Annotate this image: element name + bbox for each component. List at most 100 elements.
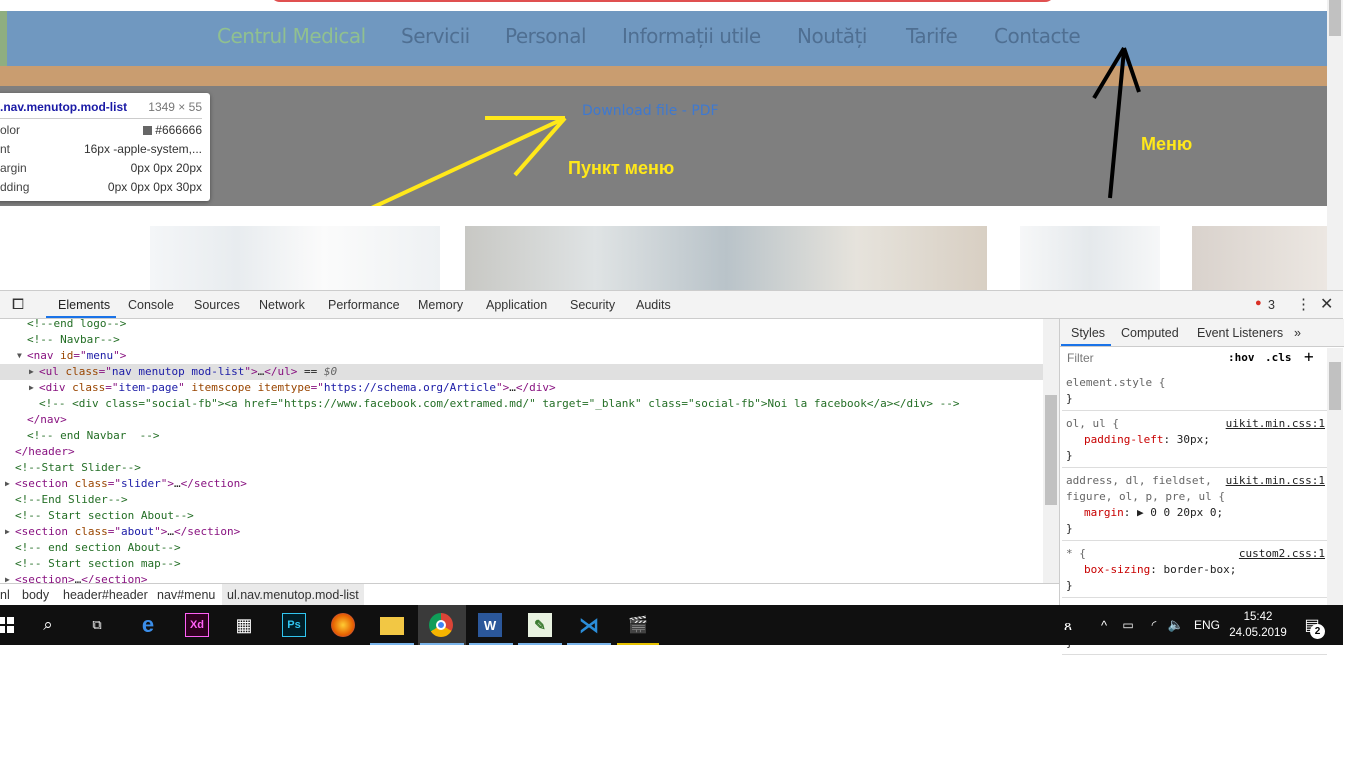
dom-node-line[interactable]: <!-- Start section map--> <box>0 556 1043 572</box>
code-token: </nav> <box>27 413 67 426</box>
rule-source-link[interactable]: custom2.css:1 <box>1239 546 1325 562</box>
chrome-icon[interactable] <box>429 613 453 637</box>
tab-memory[interactable]: Memory <box>418 298 463 312</box>
breadcrumb-html[interactable]: nl <box>0 588 10 602</box>
property-value[interactable]: ▶ 0 0 20px 0; <box>1137 506 1223 519</box>
expand-triangle-icon[interactable]: ▶ <box>5 524 10 540</box>
word-icon[interactable]: W <box>478 613 502 637</box>
notepad-icon[interactable]: ✎ <box>528 613 552 637</box>
code-token: "> <box>113 349 127 362</box>
dom-node-line[interactable]: ▶ <section class="about">…</section> <box>0 524 1043 540</box>
dom-node-line[interactable]: ▶ <div class="item-page" itemscope itemty… <box>0 380 1043 396</box>
tab-styles[interactable]: Styles <box>1071 326 1105 340</box>
page-scrollbar[interactable] <box>1327 0 1343 290</box>
property-value[interactable]: 30px; <box>1177 433 1210 446</box>
style-property[interactable]: padding-left: 30px; <box>1066 432 1323 448</box>
black-arrow-icon <box>1092 46 1141 199</box>
volume-icon[interactable]: 🔈 <box>1164 613 1188 637</box>
tooltip-size: 1349 × 55 <box>148 100 202 114</box>
error-icon[interactable]: ● <box>1255 297 1262 309</box>
tab-performance[interactable]: Performance <box>328 298 400 312</box>
code-token: " <box>178 381 192 394</box>
elements-scrollbar-thumb[interactable] <box>1045 395 1057 505</box>
property-name[interactable]: padding-left <box>1084 433 1163 446</box>
dom-node-line[interactable]: ▶ <section>…</section> <box>0 572 1043 583</box>
battery-icon[interactable]: ▭ <box>1116 613 1140 637</box>
rule-selector[interactable]: element.style { <box>1066 375 1323 391</box>
calculator-icon[interactable]: ▦ <box>232 613 256 637</box>
property-value[interactable]: border-box; <box>1163 563 1236 576</box>
tab-console[interactable]: Console <box>128 298 174 312</box>
error-count[interactable]: 3 <box>1268 298 1275 312</box>
clock-date: 24.05.2019 <box>1229 627 1287 639</box>
property-name[interactable]: margin <box>1084 506 1124 519</box>
rule-source-link[interactable]: uikit.min.css:1 <box>1226 416 1325 432</box>
video-editor-icon[interactable]: 🎬 <box>626 613 650 637</box>
collapse-triangle-icon[interactable]: ▼ <box>17 348 22 364</box>
tab-security[interactable]: Security <box>570 298 615 312</box>
new-rule-icon[interactable]: + <box>1304 347 1314 366</box>
style-property[interactable]: box-sizing: border-box; <box>1066 562 1323 578</box>
styles-scrollbar-thumb[interactable] <box>1329 362 1341 410</box>
tab-elements[interactable]: Elements <box>58 298 110 312</box>
property-name[interactable]: box-sizing <box>1084 563 1150 576</box>
tab-event-listeners[interactable]: Event Listeners <box>1197 326 1283 340</box>
dom-node-line[interactable]: </header> <box>0 444 1043 460</box>
code-token: <!-- <div class="social-fb"><a href="htt… <box>39 397 960 410</box>
windows-start-icon[interactable] <box>0 613 18 637</box>
device-toolbar-icon[interactable]: ⧠ <box>12 296 24 313</box>
expand-triangle-icon[interactable]: ▶ <box>29 380 34 396</box>
cls-toggle[interactable]: .cls <box>1265 351 1292 364</box>
tab-sources[interactable]: Sources <box>194 298 240 312</box>
wifi-icon[interactable]: ◜ <box>1142 613 1166 637</box>
expand-triangle-icon[interactable]: ▶ <box>5 572 10 583</box>
tab-application[interactable]: Application <box>486 298 547 312</box>
breadcrumb-ul[interactable]: ul.nav.menutop.mod-list <box>222 584 364 606</box>
photoshop-icon[interactable]: Ps <box>282 613 306 637</box>
page-scrollbar-thumb[interactable] <box>1329 0 1341 36</box>
dom-node-line[interactable]: ▼ <nav id="menu"> <box>0 348 1043 364</box>
task-view-icon[interactable]: ⧉ <box>85 613 109 637</box>
tab-audits[interactable]: Audits <box>636 298 671 312</box>
styles-filter-input[interactable]: Filter <box>1062 349 1222 367</box>
dom-node-line[interactable]: <!-- Navbar--> <box>0 332 1043 348</box>
tab-network[interactable]: Network <box>259 298 305 312</box>
dom-node-line[interactable]: <!-- <div class="social-fb"><a href="htt… <box>0 396 1043 412</box>
hov-toggle[interactable]: :hov <box>1228 351 1255 364</box>
expand-triangle-icon[interactable]: ▶ <box>5 476 10 492</box>
breadcrumb-nav[interactable]: nav#menu <box>157 588 215 602</box>
more-tabs-icon[interactable]: » <box>1294 326 1301 340</box>
adobe-xd-icon[interactable]: Xd <box>185 613 209 637</box>
clock[interactable]: 15:42 24.05.2019 <box>1228 609 1288 641</box>
firefox-icon[interactable] <box>331 613 355 637</box>
expand-triangle-icon[interactable]: ▶ <box>29 364 34 380</box>
show-hidden-icons[interactable]: ^ <box>1092 613 1116 637</box>
dom-node-line[interactable]: <!-- end Navbar --> <box>0 428 1043 444</box>
people-icon[interactable]: ጸ <box>1056 613 1080 637</box>
dom-node-line[interactable]: ▶ <section class="slider">…</section> <box>0 476 1043 492</box>
vscode-icon[interactable]: ⋊ <box>577 613 601 637</box>
rule-source-link[interactable]: uikit.min.css:1 <box>1226 473 1325 489</box>
breadcrumb-header[interactable]: header#header <box>63 588 148 602</box>
code-token: =" <box>98 365 112 378</box>
close-devtools-icon[interactable]: ✕ <box>1320 294 1333 314</box>
devtools-tabbar: ⧠ Elements Console Sources Network Perfo… <box>0 291 1343 319</box>
dom-node-line[interactable]: <!--End Slider--> <box>0 492 1043 508</box>
edge-icon[interactable]: e <box>136 612 160 637</box>
breadcrumb-body[interactable]: body <box>22 588 49 602</box>
language-indicator[interactable]: ENG <box>1194 618 1220 632</box>
code-token: <!-- end Navbar --> <box>27 429 160 442</box>
dom-node-line[interactable]: <!-- end section About--> <box>0 540 1043 556</box>
dom-node-line[interactable]: ▶ <ul class="nav menutop mod-list">…</ul>… <box>0 364 1043 380</box>
file-explorer-icon[interactable] <box>380 617 404 635</box>
dom-node-line[interactable]: <!--end logo--> <box>0 319 1043 332</box>
more-options-icon[interactable]: ⋮ <box>1296 295 1311 313</box>
code-token: <!-- Navbar--> <box>27 333 120 346</box>
dom-node-line[interactable]: <!--Start Slider--> <box>0 460 1043 476</box>
dom-node-line[interactable]: </nav> <box>0 412 1043 428</box>
dom-node-line[interactable]: <!-- Start section About--> <box>0 508 1043 524</box>
tab-computed[interactable]: Computed <box>1121 326 1179 340</box>
style-property[interactable]: margin: ▶ 0 0 20px 0; <box>1066 505 1323 521</box>
code-token: "> <box>160 477 174 490</box>
search-icon[interactable]: ⌕ <box>36 613 60 637</box>
